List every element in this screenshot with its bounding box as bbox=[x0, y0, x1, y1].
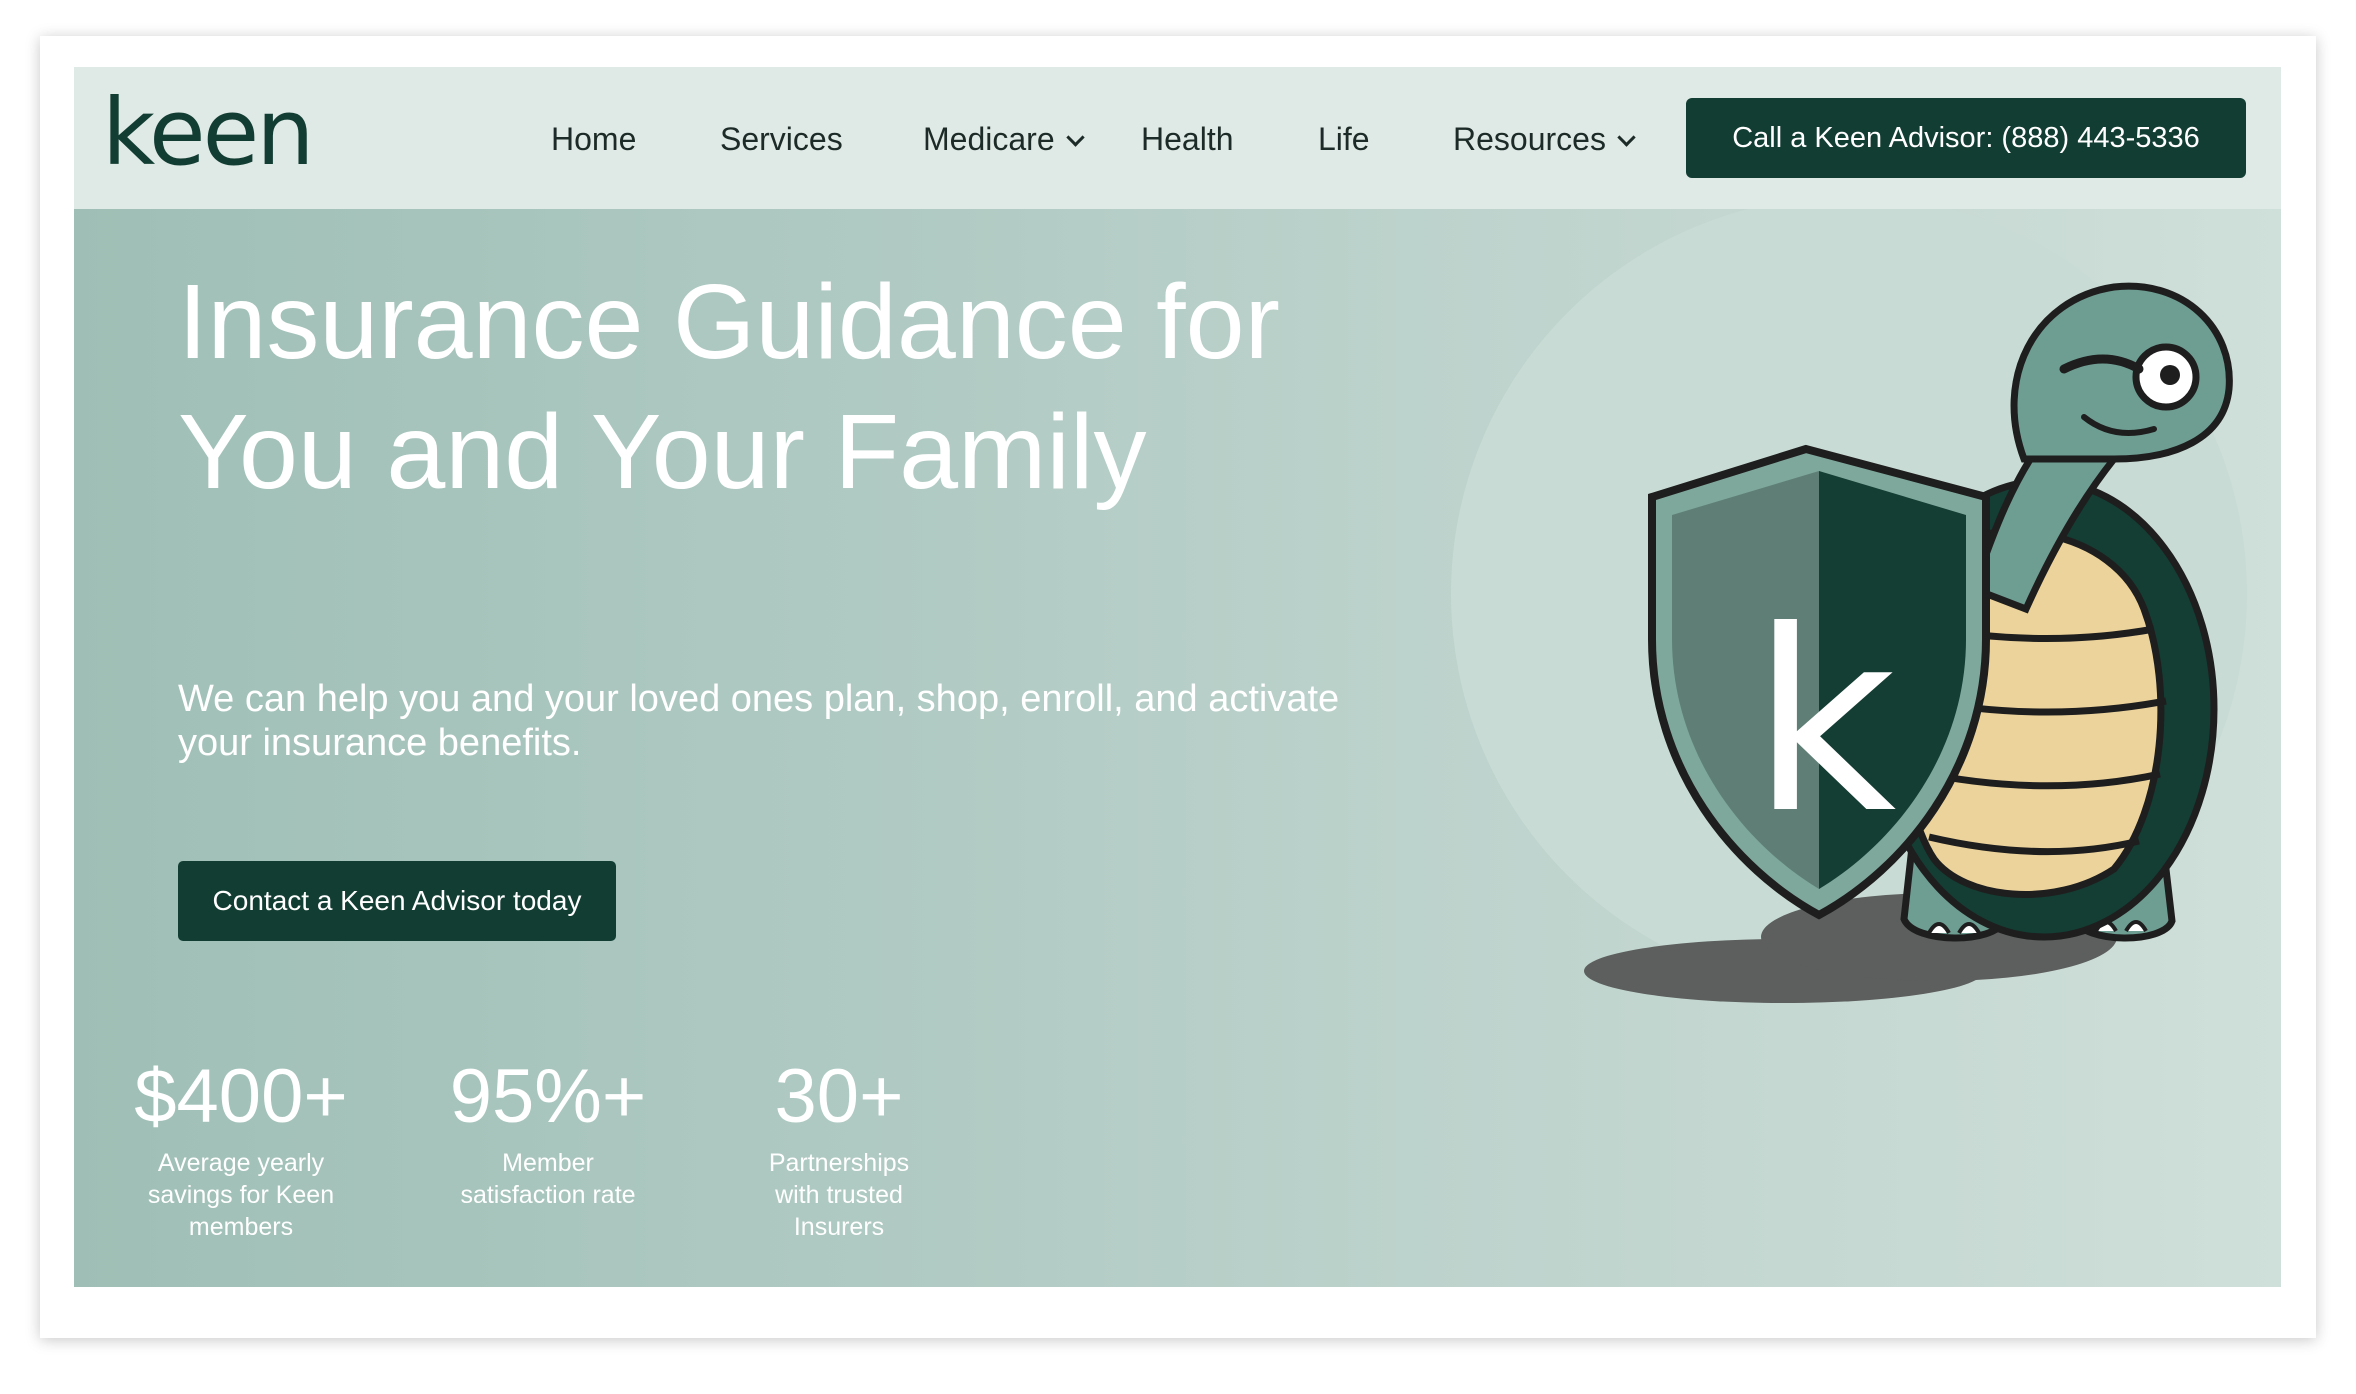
call-advisor-button[interactable]: Call a Keen Advisor: (888) 443-5336 bbox=[1686, 98, 2246, 178]
hero-headline: Insurance Guidance for You and Your Fami… bbox=[178, 263, 1280, 511]
stat-label: Partnerships with trusted Insurers bbox=[768, 1149, 910, 1241]
nav-health[interactable]: Health bbox=[1141, 117, 1234, 161]
shield-letter: k bbox=[1752, 577, 1897, 868]
stat-value: 95%+ bbox=[449, 1054, 647, 1139]
nav-services[interactable]: Services bbox=[720, 117, 843, 161]
nav-medicare[interactable]: Medicare bbox=[923, 117, 1085, 161]
keen-logo[interactable]: keen bbox=[102, 87, 315, 179]
stat-satisfaction: 95%+ Member satisfaction rate bbox=[423, 1055, 673, 1211]
stat-partnerships: 30+ Partnerships with trusted Insurers bbox=[714, 1055, 964, 1243]
stat-label: Average yearly savings for Keen members bbox=[147, 1149, 335, 1241]
nav-resources-label: Resources bbox=[1453, 121, 1606, 157]
nav-resources[interactable]: Resources bbox=[1453, 117, 1636, 161]
stat-label: Member satisfaction rate bbox=[460, 1149, 636, 1209]
hero-subtext: We can help you and your loved ones plan… bbox=[178, 678, 1340, 764]
nav-life[interactable]: Life bbox=[1318, 117, 1370, 161]
nav-medicare-label: Medicare bbox=[923, 121, 1055, 157]
stat-savings: $400+ Average yearly savings for Keen me… bbox=[116, 1055, 366, 1243]
website: keen Home Services Medicare Health Life … bbox=[74, 67, 2281, 1287]
nav-life-label: Life bbox=[1318, 121, 1370, 157]
site-header: keen Home Services Medicare Health Life … bbox=[74, 67, 2281, 209]
nav-home-label: Home bbox=[551, 121, 637, 157]
nav-health-label: Health bbox=[1141, 121, 1234, 157]
stat-value: 30+ bbox=[774, 1054, 904, 1139]
nav-home[interactable]: Home bbox=[551, 117, 636, 161]
chevron-down-icon bbox=[1065, 128, 1085, 147]
stat-value: $400+ bbox=[134, 1054, 348, 1139]
chevron-down-icon bbox=[1617, 128, 1636, 147]
nav-services-label: Services bbox=[720, 121, 843, 157]
contact-advisor-button[interactable]: Contact a Keen Advisor today bbox=[178, 861, 616, 941]
turtle-mascot-illustration: k bbox=[1451, 209, 2247, 1003]
hero-section: Insurance Guidance for You and Your Fami… bbox=[74, 209, 2281, 1287]
turtle-pupil bbox=[2160, 365, 2180, 385]
